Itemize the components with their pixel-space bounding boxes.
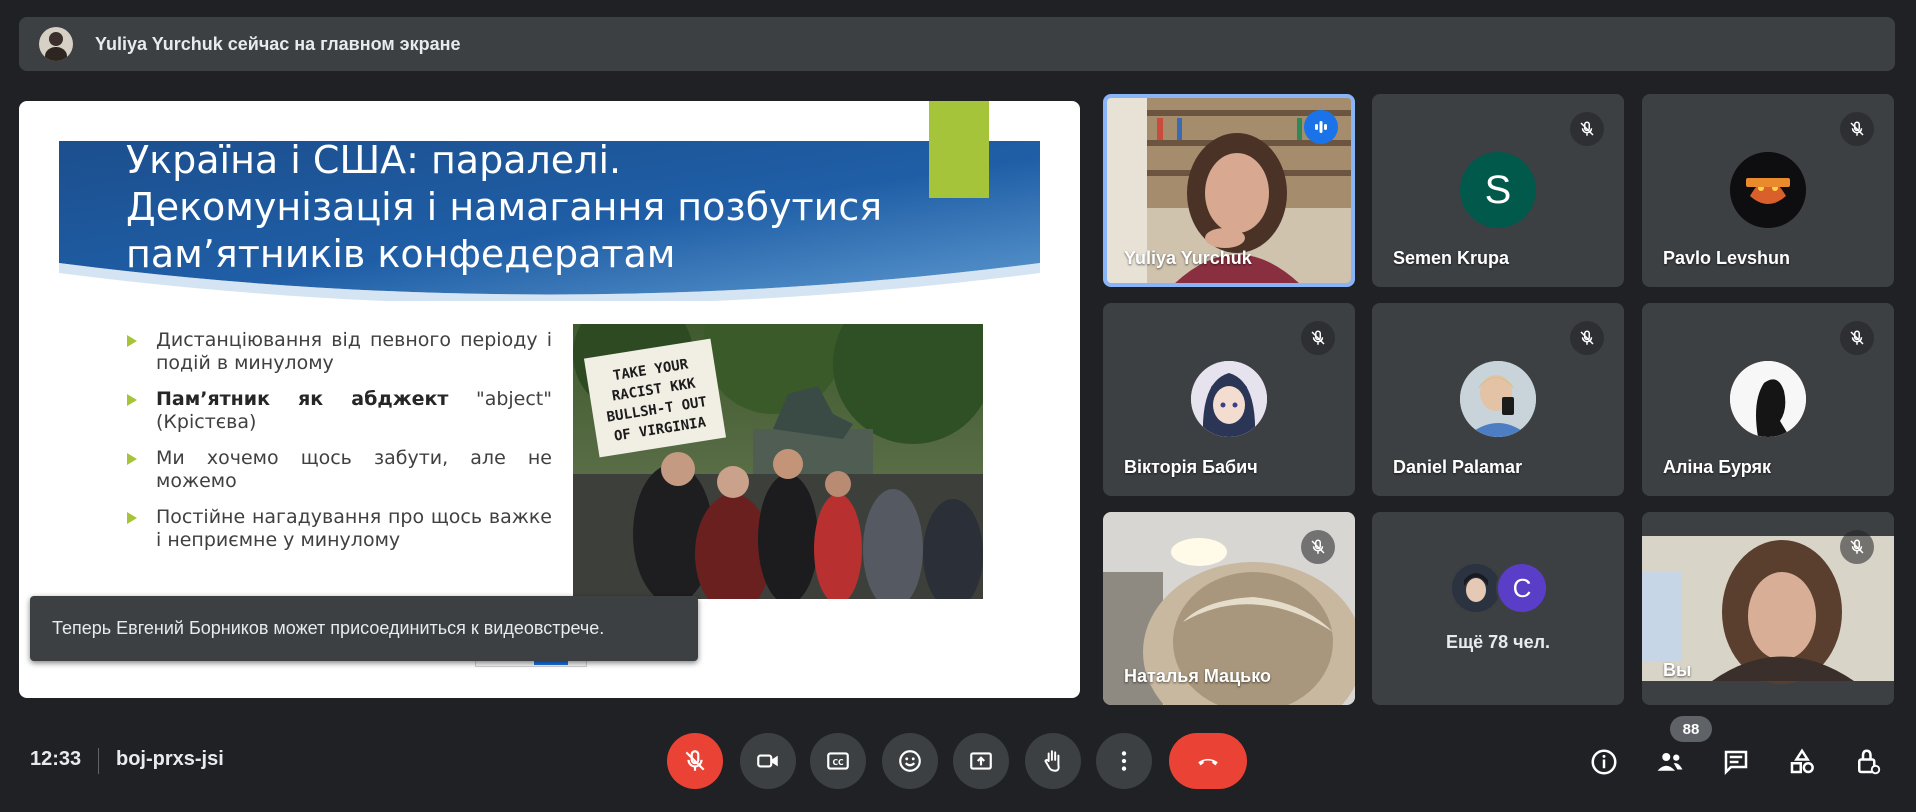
slide-title-line: Декомунізація і намагання позбутися (126, 185, 883, 229)
avatar (1450, 562, 1502, 614)
people-button[interactable] (1648, 740, 1692, 784)
meet-window: Yuliya Yurchuk сейчас на главном экране … (0, 0, 1916, 812)
participants-count-badge: 88 (1670, 716, 1712, 742)
mic-off-icon (1301, 530, 1335, 564)
snake-logo-icon (1730, 152, 1806, 228)
participant-name: Наталья Мацько (1124, 666, 1271, 686)
svg-text:CC: CC (832, 758, 844, 767)
emoji-icon (899, 750, 921, 772)
slide-title: Україна і США: паралелі. Декомунізація і… (126, 137, 946, 278)
avatar: C (1496, 562, 1548, 614)
reactions-button[interactable] (882, 733, 938, 789)
photo-avatar-icon (1460, 361, 1536, 437)
slide-bullet: Дистанціювання від певного періоду і под… (127, 329, 552, 375)
participant-name: Daniel Palamar (1393, 457, 1523, 477)
mic-off-icon (1301, 321, 1335, 355)
presenting-banner: Yuliya Yurchuk сейчас на главном экране (19, 17, 1895, 71)
meeting-code: boj-prxs-jsi (116, 748, 224, 770)
mic-off-icon (1570, 112, 1604, 146)
slide-photo: TAKE YOUR RACIST KKK BULLSH-T OUT OF VIR… (573, 324, 983, 599)
raise-hand-button[interactable] (1025, 733, 1081, 789)
banner-text: Yuliya Yurchuk сейчас на главном экране (95, 33, 461, 54)
participant-tile[interactable]: Вікторія Бабич (1103, 303, 1355, 496)
presenter-avatar (39, 27, 73, 61)
more-icon (1121, 751, 1127, 771)
end-call-button[interactable] (1169, 733, 1247, 789)
captions-button[interactable]: CC (810, 733, 866, 789)
toggle-mic-button[interactable] (667, 733, 723, 789)
slide-title-line: Україна і США: паралелі. (126, 138, 622, 182)
activities-icon (1790, 748, 1814, 774)
participant-name: Pavlo Levshun (1663, 248, 1791, 268)
participant-name: Вы (1663, 660, 1692, 680)
end-call-icon (1198, 758, 1218, 766)
participant-name: Yuliya Yurchuk (1124, 248, 1252, 268)
participant-tile[interactable]: Pavlo Levshun (1642, 94, 1894, 287)
silhouette-avatar-icon (1730, 361, 1806, 437)
captions-icon: CC (827, 752, 849, 770)
host-controls-button[interactable] (1846, 740, 1890, 784)
present-icon (970, 752, 992, 770)
participant-name: Аліна Буряк (1663, 457, 1772, 477)
slide-bullet: Ми хочемо щось забути, але не можемо (127, 447, 552, 493)
anime-avatar-icon (1191, 361, 1267, 437)
participant-tile[interactable]: Наталья Мацько (1103, 512, 1355, 705)
mic-off-icon (1840, 112, 1874, 146)
participant-tile[interactable]: S Semen Krupa (1372, 94, 1624, 287)
camera-icon (757, 754, 778, 768)
meeting-info-button[interactable] (1582, 740, 1626, 784)
info-icon (1591, 749, 1617, 775)
mic-off-icon (1840, 530, 1874, 564)
meeting-time: 12:33 (30, 748, 82, 770)
join-notification-toast: Теперь Евгений Борников может присоедини… (30, 596, 698, 661)
present-button[interactable] (953, 733, 1009, 789)
host-controls-icon (1858, 749, 1881, 775)
mic-off-icon (1570, 321, 1604, 355)
raise-hand-icon (1044, 750, 1060, 772)
participant-tile[interactable]: Yuliya Yurchuk (1103, 94, 1355, 287)
toast-text: Теперь Евгений Борников может присоедини… (52, 618, 605, 638)
more-participants-label: Ещё 78 чел. (1445, 632, 1551, 652)
avatar (1730, 361, 1806, 437)
people-icon (1657, 753, 1683, 771)
more-options-button[interactable] (1096, 733, 1152, 789)
slide-bullet: Пам’ятник як абджект "abject" (Крістєва) (127, 388, 552, 434)
chat-icon (1724, 750, 1748, 776)
divider (98, 748, 99, 774)
more-participants-avatars: C (1450, 561, 1560, 615)
speaking-indicator-icon (1304, 110, 1338, 144)
slide-title-line: пам’ятників конфедератам (126, 232, 676, 276)
avatar (1730, 152, 1806, 228)
participant-tile[interactable]: Аліна Буряк (1642, 303, 1894, 496)
slide-bullet: Постійне нагадування про щось важке і не… (127, 506, 552, 552)
slide-bullets: Дистанціювання від певного періоду і под… (127, 329, 552, 565)
participant-tile[interactable]: Daniel Palamar (1372, 303, 1624, 496)
protest-sign: TAKE YOUR RACIST KKK BULLSH-T OUT OF VIR… (583, 338, 727, 458)
activities-button[interactable] (1780, 740, 1824, 784)
more-participants-tile[interactable]: C Ещё 78 чел. (1372, 512, 1624, 705)
participant-name: Semen Krupa (1393, 248, 1510, 268)
mic-off-icon (1840, 321, 1874, 355)
avatar (1191, 361, 1267, 437)
mic-off-icon (685, 750, 705, 771)
self-tile[interactable]: Вы (1642, 512, 1894, 705)
chat-button[interactable] (1714, 740, 1758, 784)
avatar (1460, 361, 1536, 437)
avatar: S (1460, 152, 1536, 228)
participant-name: Вікторія Бабич (1124, 457, 1258, 477)
toggle-camera-button[interactable] (740, 733, 796, 789)
